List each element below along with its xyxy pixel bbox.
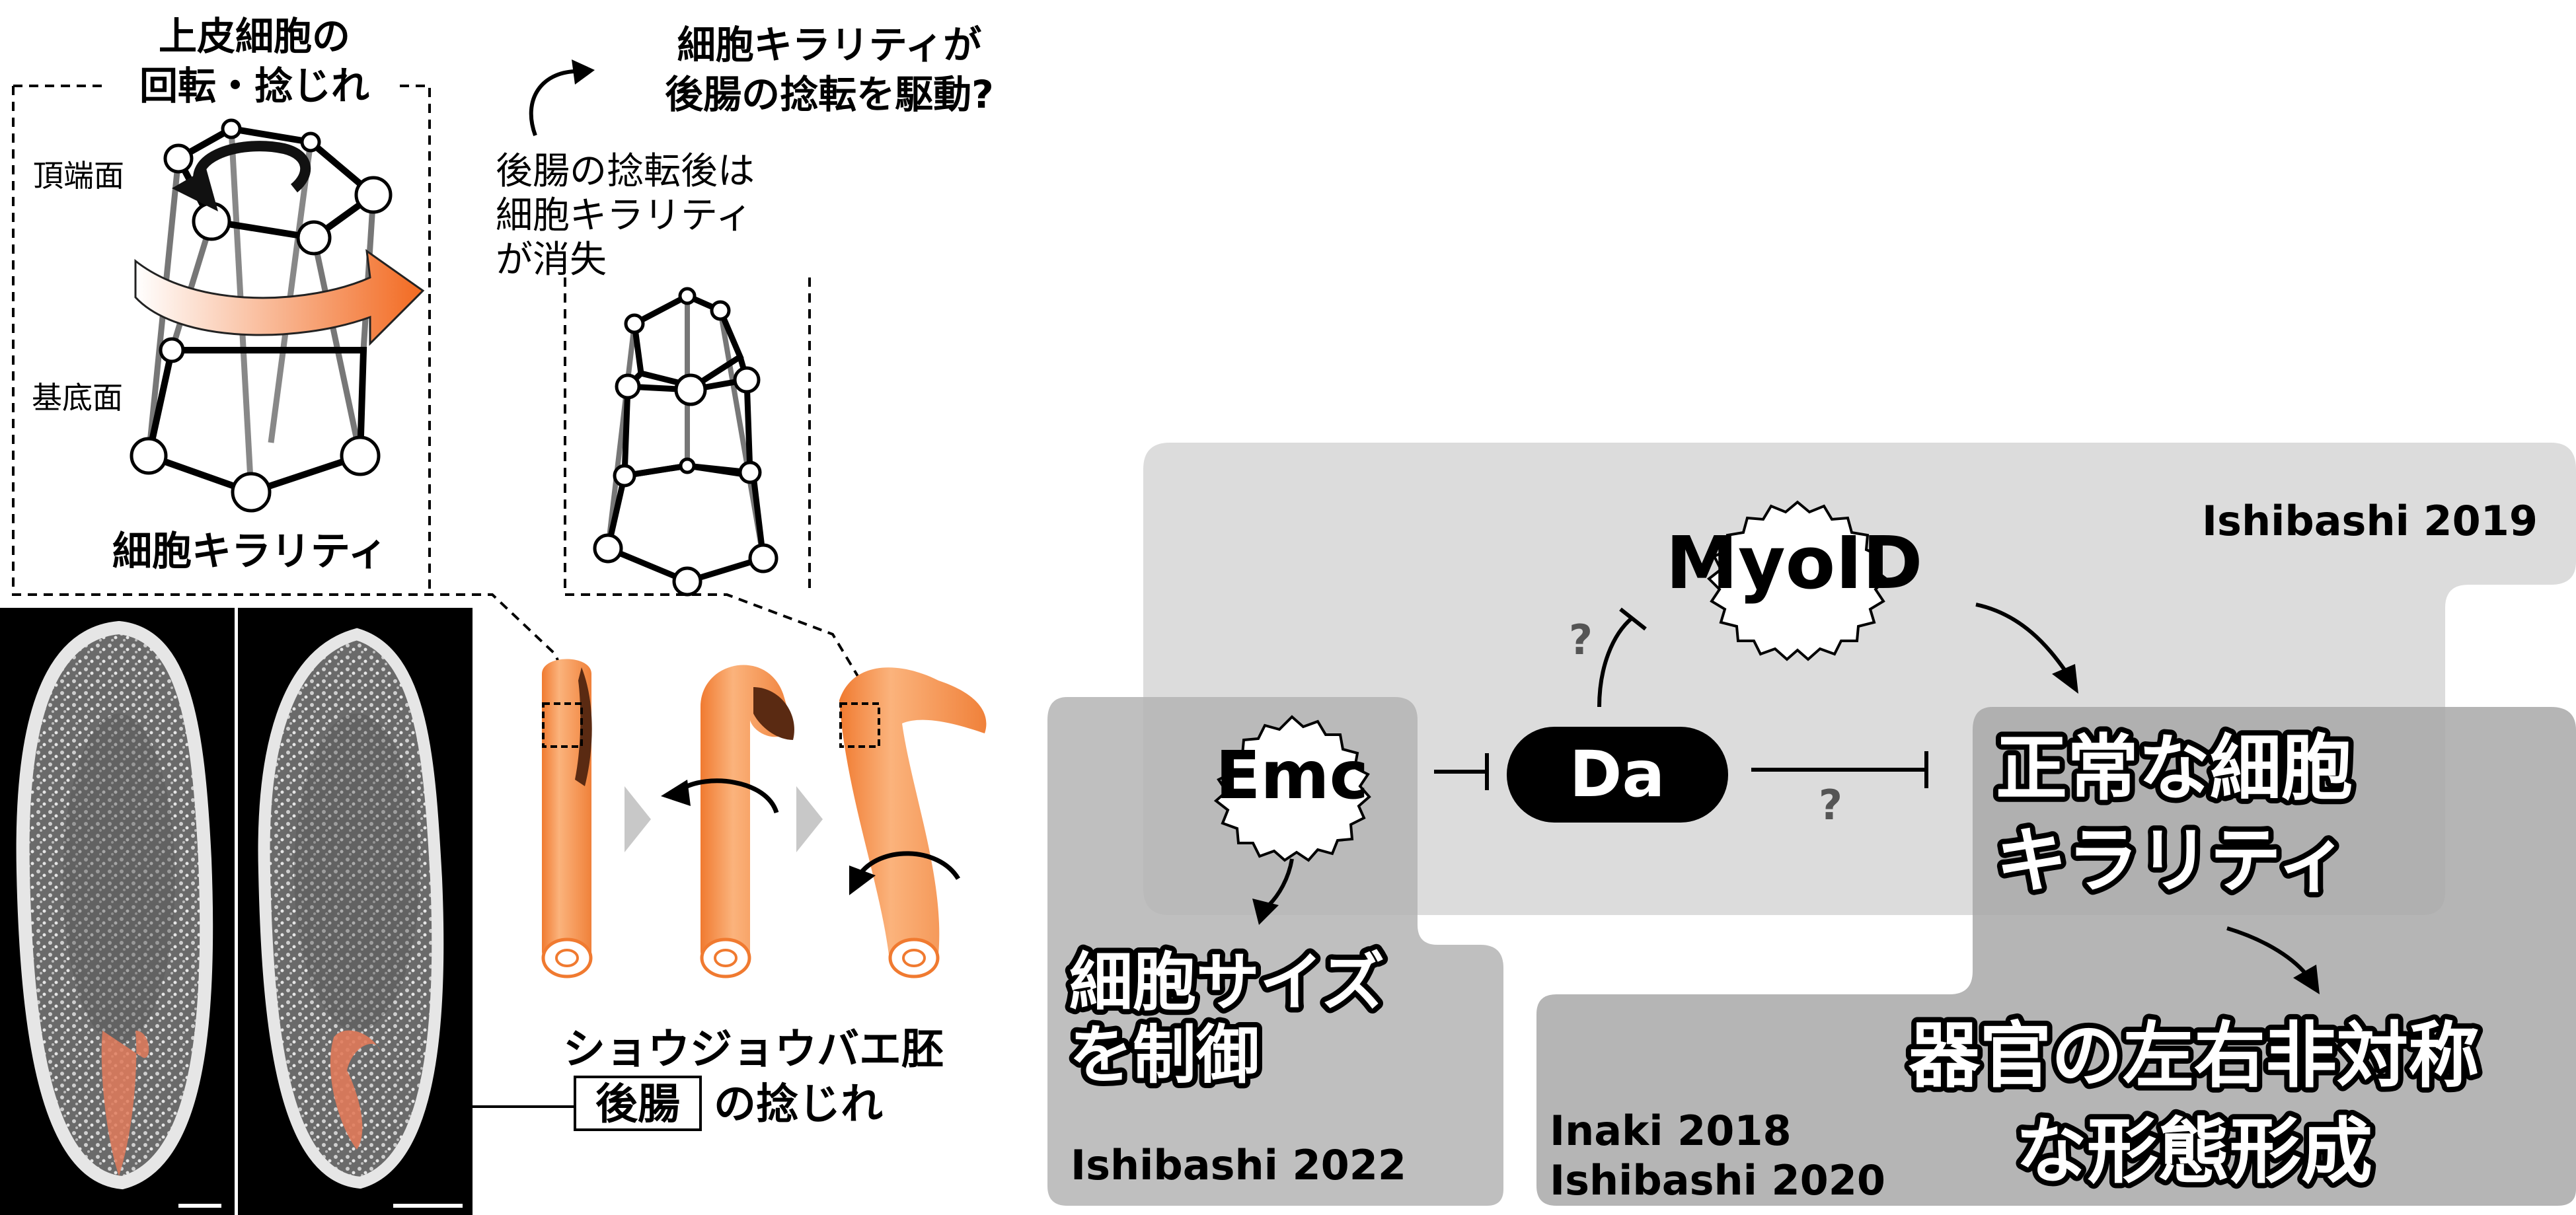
embryo-caption-rest: の捻じれ bbox=[714, 1080, 883, 1129]
question-title-line1: 細胞キラリティが bbox=[677, 22, 982, 67]
question-arrow-head bbox=[572, 59, 595, 85]
cell-prism-schematic bbox=[130, 118, 425, 513]
lost-chirality-frame bbox=[564, 277, 874, 702]
apical-label: 頂端面 bbox=[33, 158, 124, 194]
loss-note-line3: が消失 bbox=[496, 239, 607, 281]
embryo-caption-boxed: 後腸 bbox=[595, 1080, 680, 1129]
embryo-caption-line1: ショウジョウバエ胚 bbox=[563, 1025, 944, 1074]
progress-arrow-2 bbox=[796, 786, 823, 852]
emc-node: Emc bbox=[1213, 715, 1371, 862]
organ-asymmetry-line2: な形態形成 bbox=[2016, 1111, 2372, 1193]
hindgut-tube-stage1 bbox=[541, 659, 593, 978]
da-node: Da bbox=[1507, 727, 1728, 823]
normal-chirality-line1: 正常な細胞 bbox=[1996, 727, 2353, 810]
progress-arrow-1 bbox=[625, 786, 651, 852]
basal-label: 基底面 bbox=[32, 380, 123, 416]
question-arrow bbox=[529, 69, 576, 137]
ref-ishibashi-2019: Ishibashi 2019 bbox=[2202, 497, 2538, 545]
question-mark-da-myoid: ? bbox=[1569, 616, 1593, 664]
embryo-micrograph-right bbox=[238, 608, 473, 1215]
normal-chirality-line2: キラリティ bbox=[1996, 820, 2349, 902]
cell-size-line2: を制御 bbox=[1069, 1018, 1260, 1092]
rotation-title-line2: 回転・捻じれ bbox=[139, 63, 369, 108]
question-mark-da-chirality: ? bbox=[1819, 781, 1842, 829]
cell-size-line1: 細胞サイズ bbox=[1069, 945, 1384, 1019]
ref-ishibashi-2022: Ishibashi 2022 bbox=[1071, 1141, 1406, 1189]
emc-label: Emc bbox=[1215, 737, 1369, 814]
figure-canvas: 上皮細胞の 回転・捻じれ 頂端面 基底面 細胞キラリティ 細胞キラリティが 後腸… bbox=[0, 14, 2576, 1215]
loss-note-line2: 細胞キラリティ bbox=[496, 194, 753, 237]
embryo-micrograph-left bbox=[0, 608, 235, 1215]
lost-chirality-cell-schematic bbox=[593, 287, 778, 597]
question-title-line2: 後腸の捻転を駆動? bbox=[665, 72, 994, 117]
cell-chirality-label: 細胞キラリティ bbox=[112, 529, 387, 575]
myoid-label: MyoID bbox=[1666, 521, 1923, 605]
ref-inaki-2018: Inaki 2018 bbox=[1550, 1107, 1792, 1155]
ref-ishibashi-2020: Ishibashi 2020 bbox=[1550, 1156, 1885, 1204]
hindgut-tube-stage3 bbox=[839, 667, 987, 978]
rotation-title-line1: 上皮細胞の bbox=[159, 14, 350, 59]
loss-note-line1: 後腸の捻転後は bbox=[496, 150, 755, 193]
organ-asymmetry-line1: 器官の左右非対称 bbox=[1909, 1015, 2480, 1097]
hindgut-tube-stage2 bbox=[661, 665, 794, 978]
da-label: Da bbox=[1570, 737, 1665, 811]
